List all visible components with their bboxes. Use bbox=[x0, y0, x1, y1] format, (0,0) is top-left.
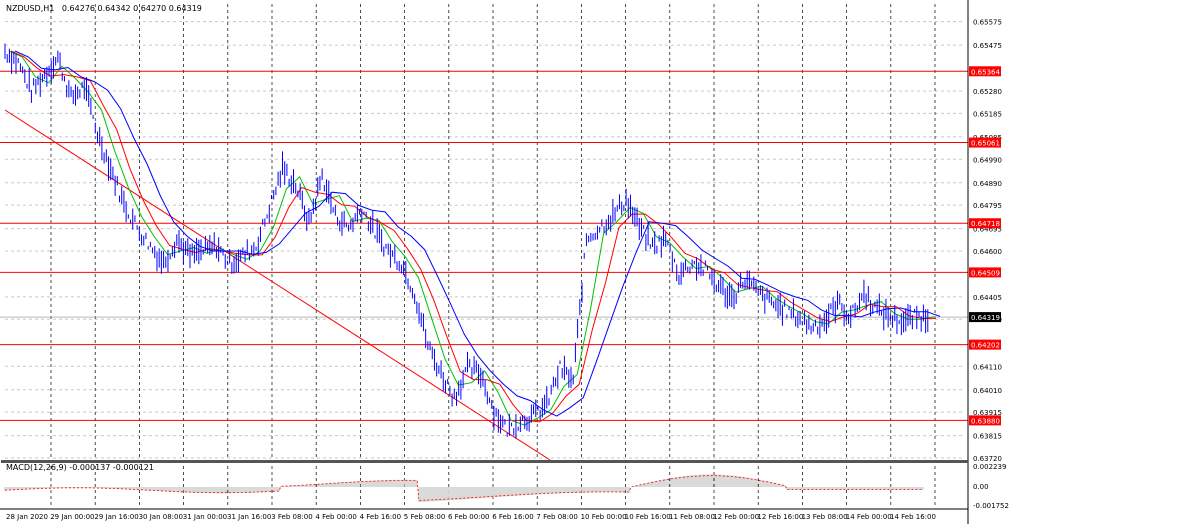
current-price-label: 0.64319 bbox=[971, 314, 1000, 322]
y-tick-label: 0.64600 bbox=[973, 248, 1002, 256]
y-tick-label: 0.64795 bbox=[973, 202, 1002, 210]
x-tick-label: 14 Feb 00:00 bbox=[846, 513, 892, 521]
macd-tick-top: 0.002239 bbox=[973, 463, 1006, 471]
y-tick-label: 0.65185 bbox=[973, 110, 1002, 118]
ohlc-readout: 0.64276 0.64342 0.64270 0.64319 bbox=[62, 4, 202, 13]
x-tick-label: 14 Feb 16:00 bbox=[890, 513, 936, 521]
level-label: 0.63880 bbox=[971, 417, 1000, 425]
level-label: 0.64718 bbox=[971, 220, 1000, 228]
x-tick-label: 28 Jan 2020 bbox=[6, 513, 48, 521]
y-tick-label: 0.64110 bbox=[973, 363, 1002, 371]
y-tick-label: 0.65475 bbox=[973, 42, 1002, 50]
macd-tick-zero: 0.00 bbox=[973, 483, 989, 491]
symbol-title: NZDUSD,H1 bbox=[6, 4, 54, 13]
level-label: 0.64509 bbox=[971, 269, 1000, 277]
x-tick-label: 6 Feb 16:00 bbox=[492, 513, 533, 521]
x-tick-label: 10 Feb 16:00 bbox=[625, 513, 671, 521]
y-tick-label: 0.65575 bbox=[973, 19, 1002, 27]
x-tick-label: 30 Jan 08:00 bbox=[139, 513, 183, 521]
price-chart[interactable]: 0.655750.654750.652800.651850.650850.649… bbox=[0, 0, 1200, 524]
svg-text:NZDUSD,H1 0.64276 0.6434: NZDUSD,H1 0.64276 0.64342 0.64270 0.6431… bbox=[6, 4, 202, 13]
macd-label: MACD(12,26,9) -0.000137 -0.000121 bbox=[6, 463, 154, 472]
y-tick-label: 0.64990 bbox=[973, 156, 1002, 164]
x-tick-label: 12 Feb 16:00 bbox=[757, 513, 803, 521]
y-tick-label: 0.63720 bbox=[973, 455, 1002, 463]
x-tick-label: 3 Feb 08:00 bbox=[271, 513, 312, 521]
x-tick-label: 11 Feb 08:00 bbox=[669, 513, 715, 521]
x-axis: 28 Jan 2020 29 Jan 00:00 29 Jan 16:00 30 Ja… bbox=[6, 513, 936, 521]
macd-tick-bottom: -0.001752 bbox=[973, 502, 1009, 510]
x-tick-label: 29 Jan 00:00 bbox=[50, 513, 94, 521]
x-tick-label: 4 Feb 16:00 bbox=[360, 513, 401, 521]
y-tick-label: 0.64405 bbox=[973, 294, 1002, 302]
y-tick-label: 0.64890 bbox=[973, 180, 1002, 188]
x-tick-label: 4 Feb 00:00 bbox=[315, 513, 356, 521]
x-tick-label: 31 Jan 16:00 bbox=[227, 513, 271, 521]
level-label: 0.65364 bbox=[971, 68, 1000, 76]
x-tick-label: 7 Feb 08:00 bbox=[536, 513, 577, 521]
x-tick-label: 10 Feb 00:00 bbox=[581, 513, 627, 521]
x-tick-label: 5 Feb 08:00 bbox=[404, 513, 445, 521]
x-tick-label: 6 Feb 00:00 bbox=[448, 513, 489, 521]
level-label: 0.64202 bbox=[971, 342, 1000, 350]
chart-background bbox=[0, 0, 1200, 524]
x-tick-label: 13 Feb 08:00 bbox=[802, 513, 848, 521]
level-label: 0.65061 bbox=[971, 140, 1000, 148]
x-tick-label: 29 Jan 16:00 bbox=[94, 513, 138, 521]
y-tick-label: 0.63815 bbox=[973, 433, 1002, 441]
y-tick-label: 0.64010 bbox=[973, 387, 1002, 395]
x-tick-label: 31 Jan 00:00 bbox=[183, 513, 227, 521]
x-tick-label: 12 Feb 00:00 bbox=[713, 513, 759, 521]
chart-window[interactable]: 0.655750.654750.652800.651850.650850.649… bbox=[0, 0, 1200, 524]
y-tick-label: 0.65280 bbox=[973, 88, 1002, 96]
